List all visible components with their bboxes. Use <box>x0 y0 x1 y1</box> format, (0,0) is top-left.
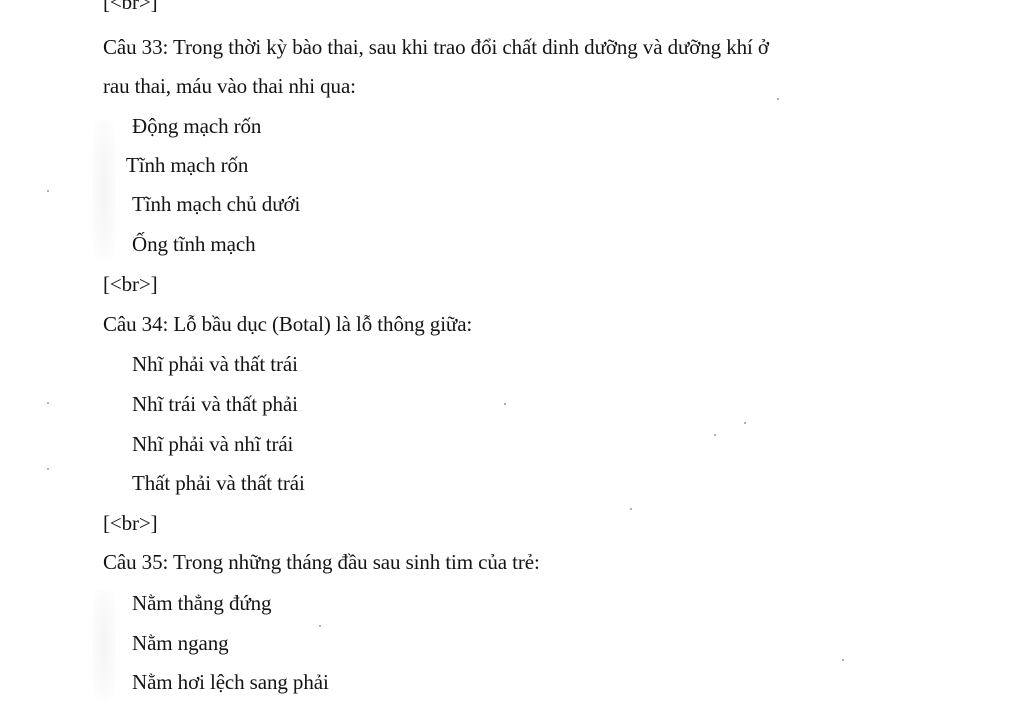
scan-speck <box>319 625 321 627</box>
scan-speck <box>842 659 844 661</box>
break-marker: [<br>] <box>103 272 158 296</box>
answer-option: Ống tĩnh mạch <box>132 232 256 256</box>
answer-option: Nằm thẳng đứng <box>132 591 272 615</box>
answer-option: Tĩnh mạch rốn <box>126 153 249 177</box>
scan-speck <box>630 508 632 510</box>
scan-speck <box>47 468 49 470</box>
scan-shadow <box>92 590 116 700</box>
scan-speck <box>504 403 506 405</box>
break-marker: [<br>] <box>103 511 158 535</box>
question-34: Câu 34: Lỗ bầu dục (Botal) là lỗ thông g… <box>103 312 473 336</box>
scan-speck <box>777 98 779 100</box>
answer-option: Động mạch rốn <box>132 114 262 138</box>
scan-speck <box>714 434 716 436</box>
answer-option: Tĩnh mạch chủ dưới <box>132 192 301 216</box>
break-marker: [<br>] <box>103 0 158 14</box>
scan-shadow <box>92 120 116 260</box>
answer-option: Nằm hơi lệch sang phải <box>132 670 329 694</box>
question-33: Câu 33: Trong thời kỳ bào thai, sau khi … <box>103 35 769 59</box>
answer-option: Nhĩ phải và nhĩ trái <box>132 432 294 456</box>
answer-option: Nằm ngang <box>132 631 229 655</box>
question-35: Câu 35: Trong những tháng đầu sau sinh t… <box>103 550 540 574</box>
scan-speck <box>47 402 49 404</box>
document-page: [<br>] Câu 33: Trong thời kỳ bào thai, s… <box>0 0 1012 716</box>
answer-option: Nhĩ trái và thất phải <box>132 392 298 416</box>
scan-speck <box>47 190 49 192</box>
answer-option: Thất phải và thất trái <box>132 471 305 495</box>
scan-speck <box>744 422 746 424</box>
answer-option: Nhĩ phải và thất trái <box>132 352 298 376</box>
question-33-continued: rau thai, máu vào thai nhi qua: <box>103 74 356 98</box>
